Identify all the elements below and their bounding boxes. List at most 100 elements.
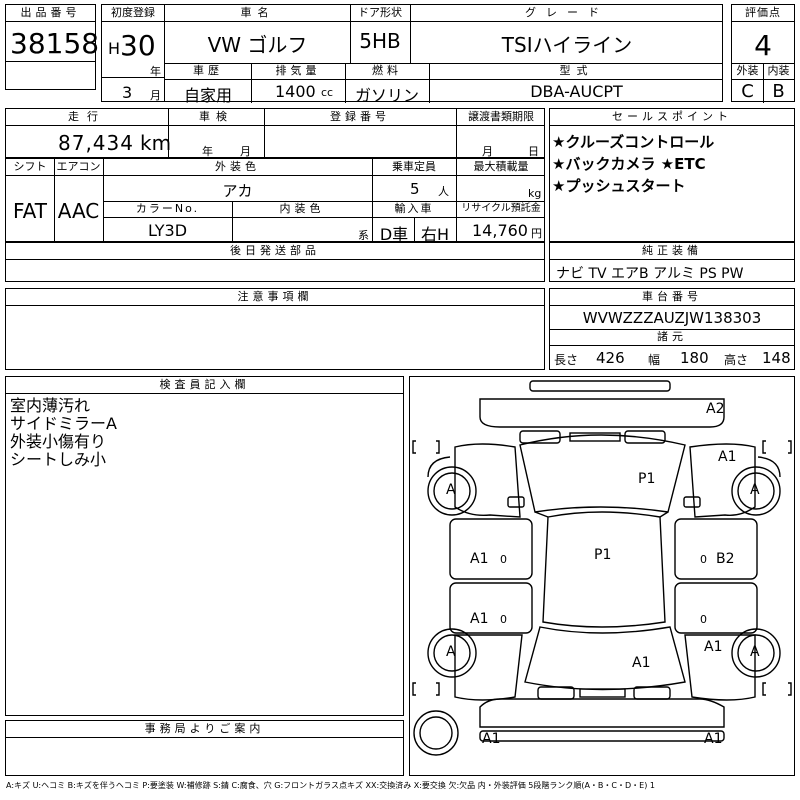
capacity-label: 乗車定員 [392, 160, 436, 173]
tread-value: 0 [700, 613, 707, 626]
door-type: 5HB [359, 29, 401, 53]
ext-color: アカ [222, 182, 253, 200]
tire-grade: A [750, 482, 760, 498]
displacement: 1400 [275, 82, 316, 101]
inspection-year-unit: 年 [202, 145, 213, 158]
score-box: 評価点 4 外装 内装 C B [731, 4, 795, 103]
main-header-table: 車名 ドア形状 グレード VW ゴルフ 5HB TSIハイライン 車歴 排気量 … [164, 4, 723, 105]
inspector-notes-label: 検査員記入欄 [6, 377, 403, 394]
car-name: VW ゴルフ [207, 33, 308, 57]
door-type-label: ドア形状 [358, 6, 402, 19]
lot-number-box: 出品番号 38158 [5, 4, 100, 90]
genuine-equipment: ナビ TV エアB アルミ PS PW [556, 266, 744, 282]
office-notes-box: 事務局よりご案内 [5, 720, 404, 776]
reg-number-label: 登録番号 [330, 110, 390, 123]
damage-mark-left-rear-door: A1 [470, 611, 489, 627]
attention-notes-box: 注意事項欄 [5, 288, 545, 370]
shift: FAT [12, 199, 47, 223]
kg-unit: kg [528, 187, 542, 200]
specs-section: シフト エアコン 外装色 乗車定員 最大積載量 FAT AAC アカ 5 人 k… [5, 158, 545, 244]
sales-points-label: セールスポイント [550, 109, 794, 126]
damage-mark-trunk: A1 [632, 655, 651, 671]
width: 180 [680, 349, 709, 367]
genuine-equipment-label: 純正装備 [550, 243, 794, 260]
aircon: AAC [57, 199, 100, 223]
tread-value: 0 [500, 553, 507, 566]
reg-year: 30 [120, 29, 156, 62]
recycle-fee: 14,760 [472, 221, 528, 240]
tread-value: 0 [500, 613, 507, 626]
cc-unit: cc [321, 86, 334, 99]
month-unit: 月 [150, 89, 161, 102]
overall-score: 4 [754, 29, 772, 62]
lot-number-label: 出品番号 [6, 5, 95, 22]
legend-text: A:キズ U:ヘコミ B:キズを伴うヘコミ P:要塗装 W:補修跡 S:錆 C:… [6, 781, 655, 790]
era: H [108, 39, 121, 58]
chassis-box: 車台番号 WVWZZZAUZJW138303 諸元 長さ 426 幅 180 高… [549, 288, 795, 370]
attention-notes-label: 注意事項欄 [6, 289, 544, 306]
sales-point: ★クルーズコントロール [552, 133, 715, 151]
transfer-doc-day-unit: 日 [528, 145, 539, 158]
width-label: 幅 [648, 353, 661, 367]
tread-value: 0 [700, 553, 707, 566]
displacement-label: 排気量 [275, 64, 321, 77]
aircon-label: エアコン [56, 160, 101, 173]
sales-points-box: セールスポイント ★クルーズコントロール ★バックカメラ ★ETC ★プッシュス… [549, 108, 795, 242]
lot-number: 38158 [10, 27, 100, 60]
damage-mark-hood: P1 [638, 471, 656, 487]
damage-mark-left-front-door: A1 [470, 551, 489, 567]
model-code: DBA-AUCPT [530, 82, 623, 101]
sales-point: ★バックカメラ ★ETC [552, 155, 706, 173]
tire-grade: A [446, 644, 456, 660]
km-unit: km [140, 131, 172, 155]
car-damage-diagram: A2 A1 P1 P1 A1 A1 B2 A1 A1 A1 A1 A A A A… [409, 376, 795, 776]
mileage-label: 走行 [68, 110, 106, 123]
capacity: 5 [410, 180, 420, 198]
damage-mark-right-rear-quarter: A1 [704, 639, 723, 655]
later-parts-label: 後日発送部品 [6, 243, 544, 260]
height-label: 高さ [724, 353, 749, 367]
office-notes-label: 事務局よりご案内 [6, 721, 403, 738]
person-unit: 人 [438, 185, 449, 198]
transfer-doc-month-unit: 月 [482, 145, 493, 158]
grade: TSIハイライン [501, 33, 633, 57]
length-label: 長さ [554, 353, 579, 367]
ext-color-label: 外装色 [215, 160, 260, 173]
damage-mark-rear-right: A1 [704, 731, 723, 747]
transfer-doc-label: 譲渡書類期限 [468, 110, 534, 123]
damage-mark-roof: P1 [594, 547, 612, 563]
model-label: 型式 [559, 64, 594, 77]
dimensions-label: 諸元 [657, 330, 687, 343]
history: 自家用 [183, 86, 232, 105]
shift-label: シフト [13, 160, 47, 173]
mileage-section: 走行 車検 登録番号 譲渡書類期限 87,434 km 年 月 月 日 [5, 108, 545, 159]
color-no-label: カラーNo. [135, 202, 200, 215]
first-registration-label: 初度登録 [102, 5, 164, 22]
max-load-label: 最大積載量 [473, 160, 529, 173]
sales-point: ★プッシュスタート [552, 177, 686, 195]
reg-month: 3 [122, 83, 133, 102]
height: 148 [762, 349, 791, 367]
history-label: 車歴 [193, 64, 223, 77]
damage-mark-right-front-door: B2 [716, 551, 735, 567]
inspection-month-unit: 月 [240, 145, 251, 158]
recycle-label: リサイクル預託金 [461, 203, 541, 214]
genuine-equipment-box: 純正装備 ナビ TV エアB アルミ PS PW [549, 242, 795, 282]
interior-grade: B [772, 81, 785, 102]
tire-grade: A [446, 482, 456, 498]
import-car-label: 輸入車 [394, 202, 434, 215]
chassis-number: WVWZZZAUZJW138303 [582, 309, 762, 327]
mileage: 87,434 [58, 131, 134, 155]
exterior-grade: C [741, 81, 754, 102]
fuel-label: 燃料 [372, 64, 402, 77]
int-color-label: 内装色 [279, 202, 325, 215]
inspection-label: 車検 [199, 110, 233, 123]
tire-grade: A [750, 644, 760, 660]
score-label: 評価点 [732, 5, 794, 22]
yen-unit: 円 [531, 227, 542, 240]
inspector-note: 外装小傷有り [10, 432, 107, 451]
inspector-note: シートしみ小 [10, 450, 107, 469]
later-parts-box: 後日発送部品 [5, 242, 545, 282]
damage-mark-rear-left: A1 [482, 731, 501, 747]
fuel: ガソリン [354, 86, 419, 105]
